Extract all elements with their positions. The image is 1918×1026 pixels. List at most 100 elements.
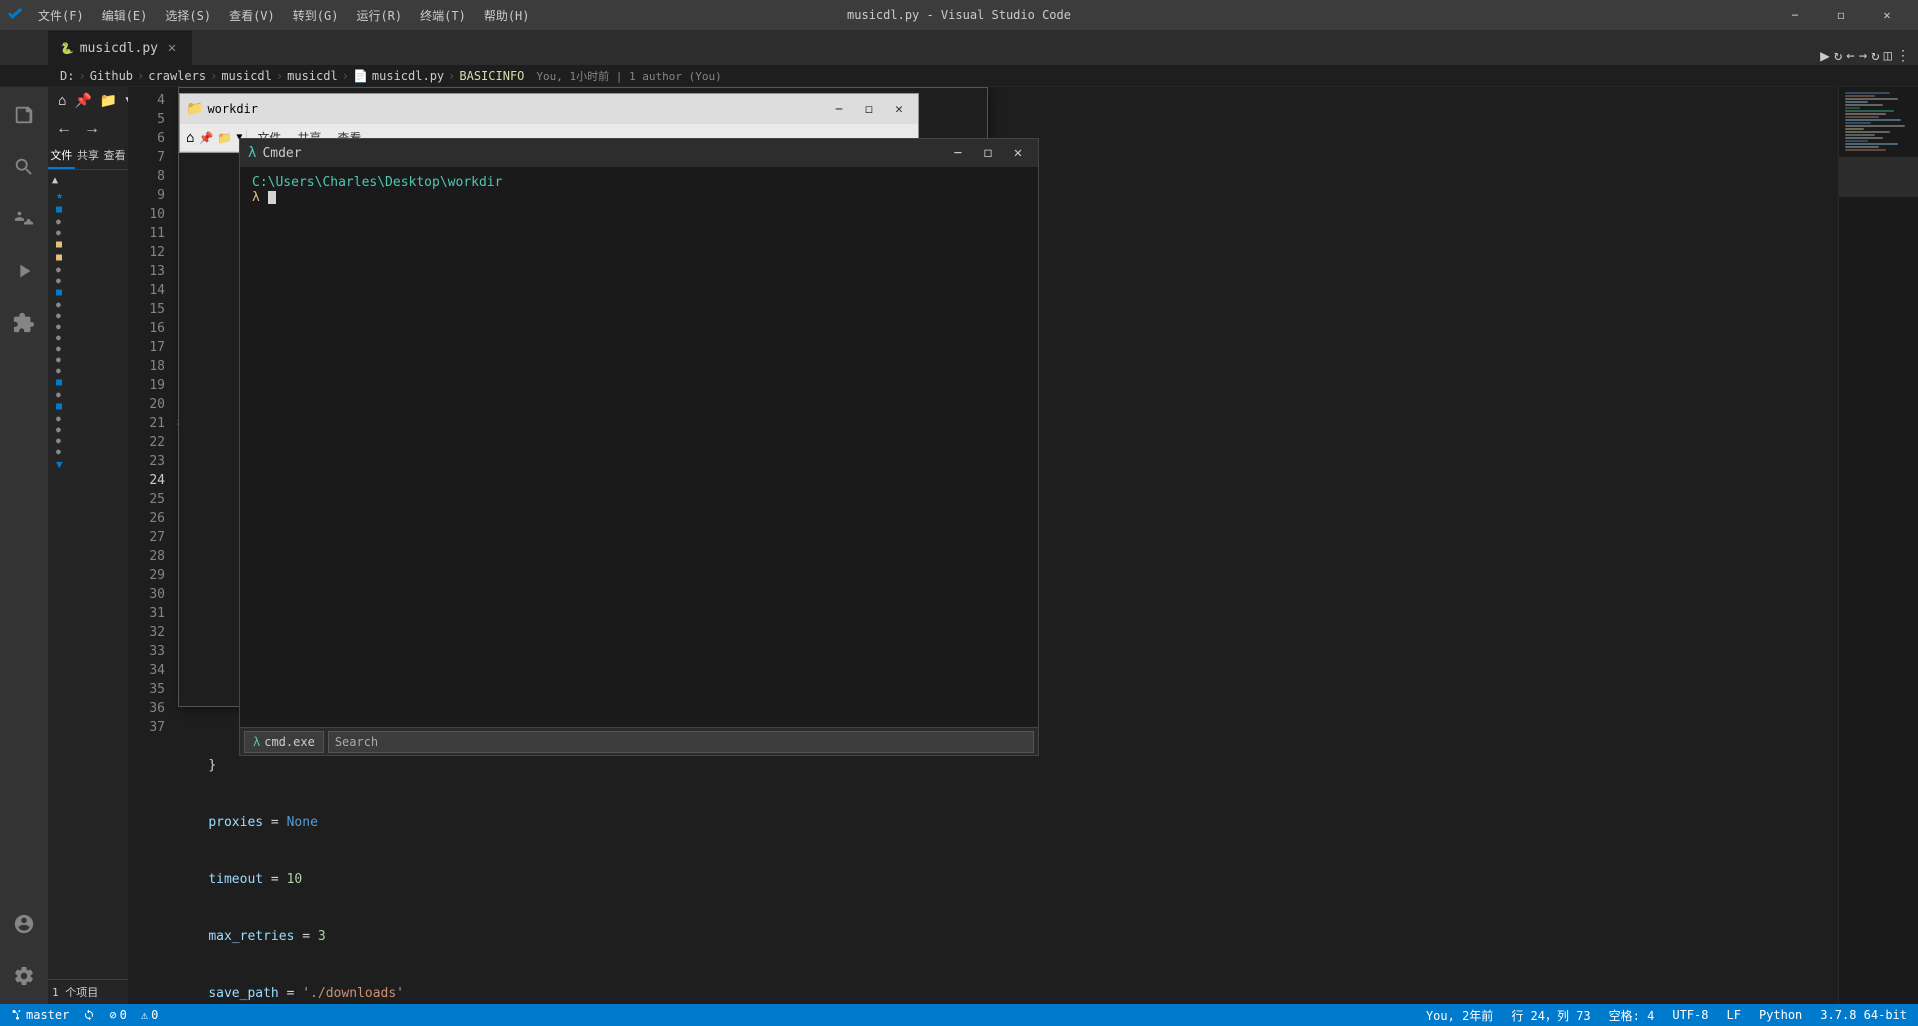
minimize-button[interactable]: − [1772, 0, 1818, 30]
list-item[interactable]: ● [48, 389, 128, 400]
list-item[interactable]: ● [48, 413, 128, 424]
list-item[interactable]: ■ [48, 238, 128, 251]
close-tab-button[interactable]: ✕ [164, 40, 180, 56]
cmder-search-bar[interactable]: Search [328, 731, 1034, 753]
explorer-maximize-button[interactable]: ◻ [856, 98, 882, 120]
menu-run[interactable]: 运行(R) [348, 3, 410, 28]
list-item[interactable]: ● [48, 299, 128, 310]
bullet-icon: ● [56, 447, 61, 456]
explorer-minimize-button[interactable]: − [826, 98, 852, 120]
breadcrumb-file[interactable]: 📄 [353, 69, 368, 83]
refresh-icon[interactable]: ↻ [1871, 48, 1879, 64]
list-item[interactable]: ● [48, 264, 128, 275]
breadcrumb-filename[interactable]: musicdl.py [372, 69, 444, 83]
list-item[interactable]: ● [48, 424, 128, 435]
more-icon[interactable]: ⋮ [1896, 48, 1910, 64]
cmder-terminal-body[interactable]: C:\Users\Charles\Desktop\workdir λ [240, 167, 1038, 727]
git-blame-status[interactable]: You, 2年前 [1423, 1007, 1496, 1024]
line-num: 7 [132, 148, 165, 167]
menu-select[interactable]: 选择(S) [157, 3, 219, 28]
indentation-status[interactable]: 空格: 4 [1606, 1007, 1658, 1024]
activity-search[interactable] [0, 143, 48, 191]
list-item[interactable]: ■ [48, 376, 128, 389]
list-item[interactable]: ● [48, 365, 128, 376]
explorer-close-button[interactable]: ✕ [886, 98, 912, 120]
list-item[interactable]: ■ [48, 251, 128, 264]
activity-explorer[interactable] [0, 91, 48, 139]
menu-edit[interactable]: 编辑(E) [94, 3, 156, 28]
cmder-close-button[interactable]: ✕ [1006, 143, 1030, 163]
breadcrumb-symbol[interactable]: BASICINFO [459, 69, 524, 83]
warning-count-status[interactable]: ⚠ 0 [138, 1008, 161, 1022]
sidebar-tab-view[interactable]: 查看 [101, 143, 128, 169]
list-item[interactable]: ● [48, 216, 128, 227]
breadcrumb-github[interactable]: Github [90, 69, 133, 83]
breadcrumb-musicdl2[interactable]: musicdl [287, 69, 338, 83]
menu-view[interactable]: 查看(V) [221, 3, 283, 28]
activity-extensions[interactable] [0, 299, 48, 347]
list-item[interactable]: ● [48, 354, 128, 365]
list-item[interactable]: ● [48, 310, 128, 321]
language-status[interactable]: Python [1756, 1008, 1805, 1022]
file-icon-blue4: ■ [56, 401, 62, 412]
list-item[interactable]: ● [48, 227, 128, 238]
cmder-maximize-button[interactable]: ◻ [976, 143, 1000, 163]
sidebar-back-button[interactable]: ← [52, 118, 76, 140]
sidebar-home-icon[interactable]: ⌂ [56, 91, 68, 111]
editor-area[interactable]: 4 5 6 7 8 9 10 11 12 13 14 15 16 17 18 1… [128, 87, 1918, 1004]
run-icon[interactable]: ▶ [1820, 46, 1830, 65]
list-item[interactable]: ■ [48, 400, 128, 413]
line-num-active: 24 [132, 471, 165, 490]
forward-icon[interactable]: → [1859, 48, 1867, 64]
git-branch-label: master [26, 1008, 69, 1022]
code-line: timeout = 10 [173, 870, 1838, 889]
line-num: 13 [132, 262, 165, 281]
tab-musicdl[interactable]: 🐍 musicdl.py ✕ [48, 30, 192, 65]
restore-button[interactable]: ◻ [1818, 0, 1864, 30]
line-ending-status[interactable]: LF [1723, 1008, 1743, 1022]
error-count-status[interactable]: ⊘ 0 [106, 1008, 129, 1022]
activity-accounts[interactable] [0, 904, 48, 952]
sidebar-forward-button[interactable]: → [80, 118, 104, 140]
line-num: 27 [132, 528, 165, 547]
line-num: 22 [132, 433, 165, 452]
tree-starred-item[interactable]: ★ [48, 187, 128, 203]
breadcrumb-musicdl1[interactable]: musicdl [221, 69, 272, 83]
activity-source-control[interactable] [0, 195, 48, 243]
sidebar-pin-icon[interactable]: 📌 [72, 91, 93, 111]
menu-terminal[interactable]: 终端(T) [412, 3, 474, 28]
sync-status[interactable] [80, 1009, 98, 1021]
debug-icon[interactable]: ↻ [1834, 48, 1842, 64]
breadcrumb-crawlers[interactable]: crawlers [148, 69, 206, 83]
list-item[interactable]: ● [48, 332, 128, 343]
menu-file[interactable]: 文件(F) [30, 3, 92, 28]
split-editor-icon[interactable]: ◫ [1884, 48, 1892, 64]
back-icon[interactable]: ← [1846, 48, 1854, 64]
list-item[interactable]: ● [48, 321, 128, 332]
list-item[interactable]: ■ [48, 286, 128, 299]
python-version-status[interactable]: 3.7.8 64-bit [1817, 1008, 1910, 1022]
sidebar-tab-share[interactable]: 共享 [75, 143, 102, 169]
list-item[interactable]: ● [48, 343, 128, 354]
activity-settings[interactable] [0, 956, 48, 1004]
list-item[interactable]: ● [48, 446, 128, 457]
encoding-status[interactable]: UTF-8 [1669, 1008, 1711, 1022]
breadcrumb-drive[interactable]: D: [60, 69, 74, 83]
cmder-minimize-button[interactable]: − [946, 143, 970, 163]
list-item[interactable]: ■ [48, 203, 128, 216]
close-button[interactable]: ✕ [1864, 0, 1910, 30]
list-item[interactable]: ● [48, 435, 128, 446]
tree-expand-more[interactable]: ▼ [48, 457, 128, 472]
menu-help[interactable]: 帮助(H) [476, 3, 538, 28]
tree-collapse-button[interactable]: ▲ [48, 174, 128, 187]
activity-run-debug[interactable] [0, 247, 48, 295]
cursor-position-status[interactable]: 行 24，列 73 [1508, 1007, 1593, 1024]
git-branch-status[interactable]: master [8, 1008, 72, 1022]
sidebar-folder-icon[interactable]: 📁 [98, 91, 119, 111]
sidebar-tab-home[interactable]: 文件 [48, 143, 75, 169]
line-num: 4 [132, 91, 165, 110]
list-item[interactable]: ● [48, 275, 128, 286]
cmder-task-cmd[interactable]: λ cmd.exe [244, 731, 324, 753]
menu-goto[interactable]: 转到(G) [285, 3, 347, 28]
line-ending-label: LF [1726, 1008, 1740, 1022]
